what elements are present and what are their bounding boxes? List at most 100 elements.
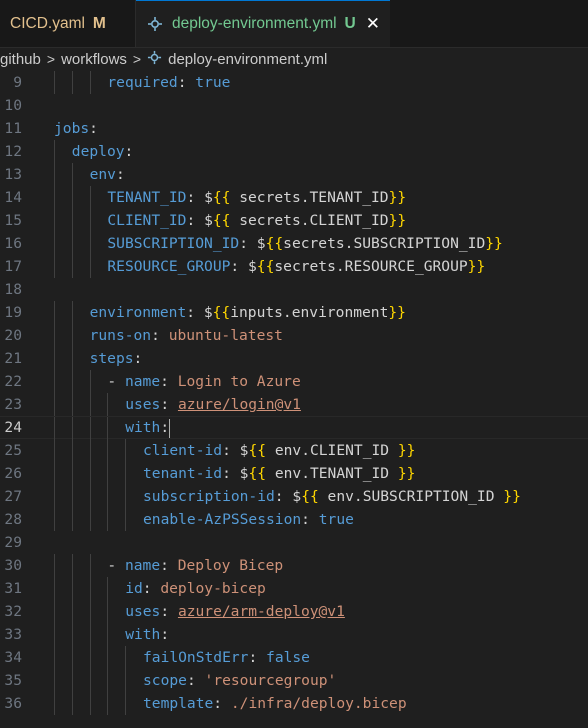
- breadcrumb: github > workflows > deploy-environment.…: [0, 48, 327, 70]
- code-text: enable-AzPSSession: true: [143, 511, 354, 528]
- indent-guide: [71, 393, 73, 416]
- indent-guide: [54, 324, 55, 347]
- code-line[interactable]: 29: [0, 531, 588, 554]
- indent-guide: [89, 669, 91, 692]
- indent-guide: [71, 209, 73, 232]
- breadcrumb-workflows[interactable]: workflows: [61, 51, 127, 68]
- indent-guide: [54, 646, 55, 669]
- indent-guide: [54, 508, 55, 531]
- untracked-badge: U: [344, 15, 356, 32]
- code-text: - name: Login to Azure: [107, 373, 301, 390]
- code-text: runs-on: ubuntu-latest: [89, 327, 283, 344]
- modified-badge: M: [92, 14, 106, 32]
- indent-guide: [54, 370, 55, 393]
- gear-icon: [146, 15, 164, 33]
- close-icon[interactable]: ✕: [366, 14, 380, 34]
- code-editor[interactable]: 9 required: true 10 11 jobs: 12 deploy: 13 env: 1…: [0, 71, 588, 728]
- indent-guide: [71, 462, 73, 485]
- indent-guide: [125, 692, 127, 715]
- code-line[interactable]: 10: [0, 94, 588, 117]
- code-line[interactable]: 32 uses: azure/arm-deploy@v1: [0, 600, 588, 623]
- line-number: 27: [4, 488, 22, 505]
- indent-guide: [125, 669, 127, 692]
- line-number: 15: [4, 212, 22, 229]
- indent-guide: [54, 140, 55, 163]
- line-number: 22: [4, 373, 22, 390]
- line-number: 18: [4, 281, 22, 298]
- indent-guide: [54, 209, 55, 232]
- indent-guide: [54, 669, 55, 692]
- indent-guide: [71, 417, 73, 440]
- indent-guide: [89, 646, 91, 669]
- indent-guide: [71, 554, 73, 577]
- code-text: subscription-id: ${{ env.SUBSCRIPTION_ID…: [143, 488, 521, 505]
- code-line[interactable]: 14 TENANT_ID: ${{ secrets.TENANT_ID}}: [0, 186, 588, 209]
- indent-guide: [54, 577, 55, 600]
- indent-guide: [54, 462, 55, 485]
- code-text: failOnStdErr: false: [143, 649, 310, 666]
- line-number: 21: [4, 350, 22, 367]
- indent-guide: [71, 439, 73, 462]
- code-line[interactable]: 31 id: deploy-bicep: [0, 577, 588, 600]
- code-line[interactable]: 18: [0, 278, 588, 301]
- breadcrumb-file[interactable]: deploy-environment.yml: [168, 51, 327, 68]
- line-number: 28: [4, 511, 22, 528]
- indent-guide: [54, 301, 55, 324]
- indent-guide: [54, 623, 55, 646]
- line-number: 30: [4, 557, 22, 574]
- tab-title: deploy-environment.yml: [172, 15, 337, 32]
- tab-deploy-environment[interactable]: deploy-environment.yml U ✕: [136, 0, 390, 47]
- line-number: 11: [4, 120, 22, 137]
- text-cursor: [169, 418, 171, 438]
- code-line[interactable]: 9 required: true: [0, 71, 588, 94]
- code-line[interactable]: 19 environment: ${{inputs.environment}}: [0, 301, 588, 324]
- code-line[interactable]: 20 runs-on: ubuntu-latest: [0, 324, 588, 347]
- indent-guide: [54, 347, 55, 370]
- line-number: 26: [4, 465, 22, 482]
- code-line[interactable]: 27 subscription-id: ${{ env.SUBSCRIPTION_…: [0, 485, 588, 508]
- code-line[interactable]: 12 deploy:: [0, 140, 588, 163]
- line-number: 23: [4, 396, 22, 413]
- code-line[interactable]: 25 client-id: ${{ env.CLIENT_ID }}: [0, 439, 588, 462]
- indent-guide: [107, 485, 109, 508]
- indent-guide: [54, 163, 55, 186]
- code-line[interactable]: 30 - name: Deploy Bicep: [0, 554, 588, 577]
- code-text: - name: Deploy Bicep: [107, 557, 284, 574]
- line-number: 14: [4, 189, 22, 206]
- code-text: uses: azure/login@v1: [125, 396, 301, 413]
- code-line[interactable]: 21 steps:: [0, 347, 588, 370]
- code-line[interactable]: 28 enable-AzPSSession: true: [0, 508, 588, 531]
- indent-guide: [71, 163, 73, 186]
- code-text: TENANT_ID: ${{ secrets.TENANT_ID}}: [107, 189, 407, 206]
- indent-guide: [107, 393, 109, 416]
- indent-guide: [71, 232, 73, 255]
- code-line[interactable]: 11 jobs:: [0, 117, 588, 140]
- indent-guide: [71, 623, 73, 646]
- indent-guide: [89, 209, 91, 232]
- code-text: id: deploy-bicep: [125, 580, 266, 597]
- code-line[interactable]: 34 failOnStdErr: false: [0, 646, 588, 669]
- tab-cicd-yaml[interactable]: CICD.yaml M: [0, 0, 136, 47]
- breadcrumb-github[interactable]: github: [0, 51, 41, 68]
- indent-guide: [71, 600, 73, 623]
- code-line[interactable]: 33 with:: [0, 623, 588, 646]
- code-line[interactable]: 22 - name: Login to Azure: [0, 370, 588, 393]
- code-line[interactable]: 26 tenant-id: ${{ env.TENANT_ID }}: [0, 462, 588, 485]
- indent-guide: [107, 669, 109, 692]
- code-line[interactable]: 35 scope: 'resourcegroup': [0, 669, 588, 692]
- code-line[interactable]: 16 SUBSCRIPTION_ID: ${{secrets.SUBSCRIPTI…: [0, 232, 588, 255]
- code-line[interactable]: 15 CLIENT_ID: ${{ secrets.CLIENT_ID}}: [0, 209, 588, 232]
- code-line[interactable]: 17 RESOURCE_GROUP: ${{secrets.RESOURCE_GR…: [0, 255, 588, 278]
- code-text: uses: azure/arm-deploy@v1: [125, 603, 345, 620]
- code-text: required: true: [107, 74, 231, 91]
- code-text: env:: [89, 166, 125, 183]
- code-line[interactable]: 24 with:: [0, 416, 588, 440]
- indent-guide: [54, 485, 55, 508]
- indent-guide: [107, 623, 109, 646]
- code-line[interactable]: 23 uses: azure/login@v1: [0, 393, 588, 416]
- gear-icon: [147, 50, 162, 68]
- code-line[interactable]: 13 env:: [0, 163, 588, 186]
- indent-guide: [89, 623, 91, 646]
- line-number: 12: [4, 143, 22, 160]
- code-line[interactable]: 36 template: ./infra/deploy.bicep: [0, 692, 588, 715]
